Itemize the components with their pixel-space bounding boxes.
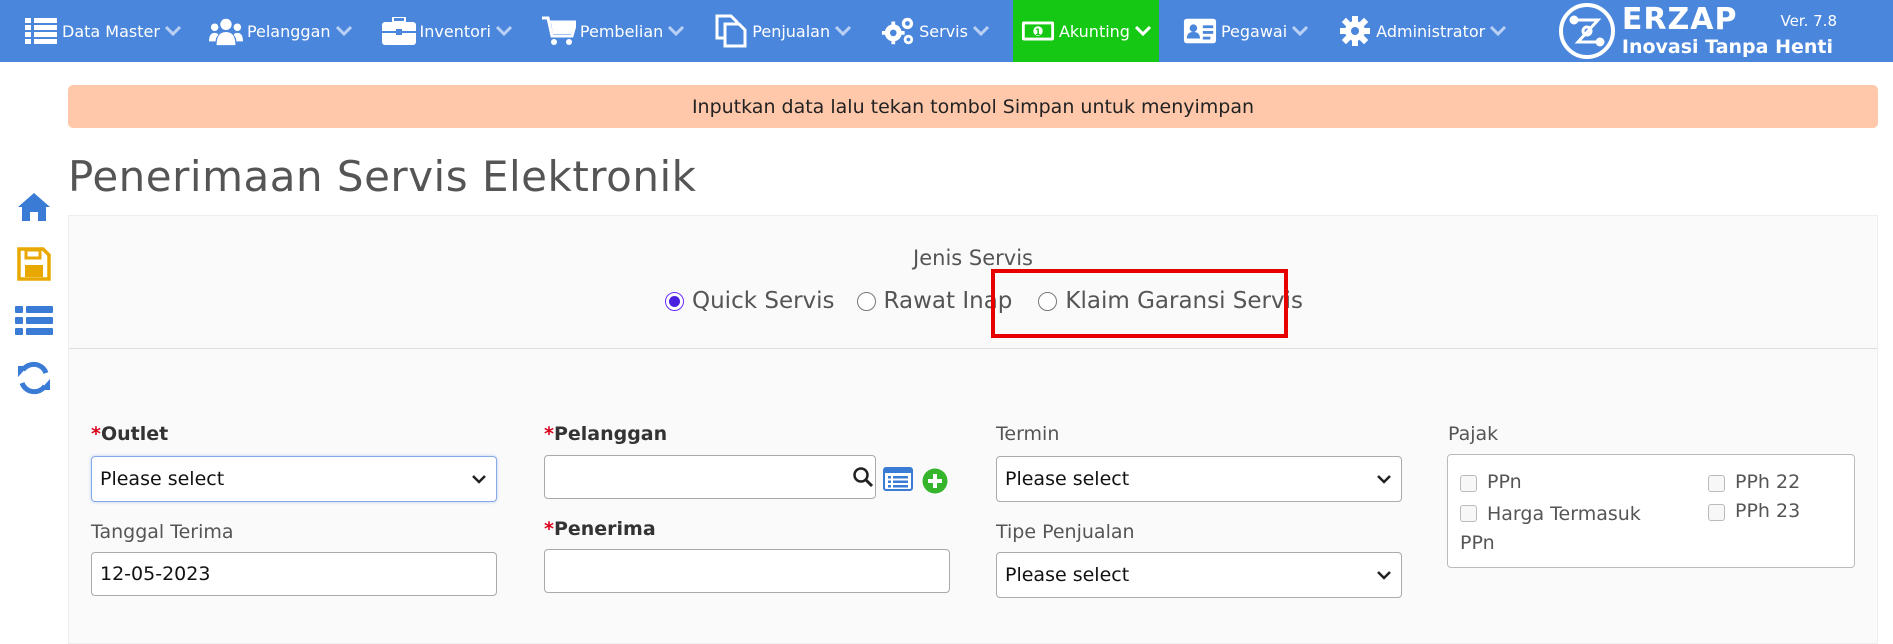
nav-label: Akunting xyxy=(1058,21,1130,41)
nav-label: Data Master xyxy=(62,21,160,41)
svg-text:1: 1 xyxy=(1035,28,1041,38)
pajak-checkbox-group: PPn PPh 22 Harga Termasuk PPn PPh 23 xyxy=(1447,454,1855,568)
save-button[interactable] xyxy=(12,242,56,286)
chevron-down-icon xyxy=(1377,571,1391,580)
version-label: Ver. 7.8 xyxy=(1780,12,1837,30)
termin-select[interactable]: Please select xyxy=(996,456,1402,502)
radio-rawat-inap[interactable]: Rawat Inap xyxy=(856,288,1012,314)
cart-icon xyxy=(541,14,576,48)
list-button[interactable] xyxy=(12,299,56,343)
chevron-down-icon xyxy=(335,23,352,39)
divider xyxy=(69,348,1877,349)
nav-pelanggan[interactable]: Pelanggan xyxy=(203,0,358,62)
checkbox-icon xyxy=(1708,475,1725,492)
radio-label: Quick Servis xyxy=(692,288,835,314)
radio-checked-icon xyxy=(665,291,684,311)
nav-label: Administrator xyxy=(1376,21,1486,41)
termin-label: Termin xyxy=(996,423,1060,445)
erzap-logo-icon xyxy=(1558,3,1615,59)
outlet-label: *Outlet xyxy=(91,423,169,445)
nav-pembelian[interactable]: Pembelian xyxy=(536,0,690,62)
pelanggan-label: *Pelanggan xyxy=(544,423,668,445)
nav-servis[interactable]: Servis xyxy=(875,0,995,62)
checkbox-harga-termasuk-ppn[interactable]: Harga Termasuk PPn xyxy=(1460,500,1655,558)
checkbox-icon xyxy=(1708,504,1725,521)
jenis-servis-label: Jenis Servis xyxy=(913,246,1033,270)
nav-administrator[interactable]: Administrator xyxy=(1332,0,1512,62)
nav-data-master[interactable]: Data Master xyxy=(18,0,187,62)
chevron-down-icon xyxy=(1490,23,1507,39)
search-icon[interactable] xyxy=(852,466,874,488)
checkbox-ppn[interactable]: PPn xyxy=(1460,471,1522,493)
list-icon xyxy=(24,14,58,48)
top-navbar: Data Master Pelanggan Inventori Pembelia… xyxy=(0,0,1893,62)
chevron-down-icon xyxy=(164,23,181,39)
id-card-icon xyxy=(1183,14,1217,48)
page-title: Penerimaan Servis Elektronik xyxy=(68,152,697,201)
home-icon xyxy=(18,193,50,221)
money-icon: 1 xyxy=(1021,14,1055,48)
tipe-penjualan-select[interactable]: Please select xyxy=(996,552,1402,598)
nav-label: Pegawai xyxy=(1220,21,1288,41)
tipe-penjualan-label: Tipe Penjualan xyxy=(996,521,1135,543)
radio-quick-servis[interactable]: Quick Servis xyxy=(665,288,835,314)
penerima-label: *Penerima xyxy=(544,518,656,540)
chevron-down-icon xyxy=(472,475,486,484)
refresh-icon xyxy=(18,361,50,395)
nav-label: Pembelian xyxy=(579,21,664,41)
chevron-down-icon xyxy=(1292,23,1309,39)
users-icon xyxy=(208,14,243,48)
checkbox-icon xyxy=(1460,505,1477,522)
checkbox-pph-23[interactable]: PPh 23 xyxy=(1708,500,1800,522)
info-banner: Inputkan data lalu tekan tombol Simpan u… xyxy=(68,85,1878,128)
gears-icon xyxy=(881,14,915,48)
document-icon xyxy=(714,14,748,48)
chevron-down-icon xyxy=(972,23,989,39)
customer-list-icon[interactable] xyxy=(883,467,913,491)
nav-label: Inventori xyxy=(419,21,491,41)
outlet-select[interactable]: Please select xyxy=(91,456,497,502)
checkbox-pph-22[interactable]: PPh 22 xyxy=(1708,471,1800,493)
nav-akunting[interactable]: 1 Akunting xyxy=(1012,0,1159,62)
tanggal-terima-input[interactable]: 12-05-2023 xyxy=(91,552,497,596)
pajak-label: Pajak xyxy=(1448,423,1499,445)
gear-icon xyxy=(1338,14,1372,48)
chevron-down-icon xyxy=(835,23,852,39)
nav-label: Servis xyxy=(919,21,968,41)
brand-tagline: Inovasi Tanpa Henti xyxy=(1621,36,1833,58)
chevron-down-icon xyxy=(1134,23,1151,39)
pelanggan-input[interactable] xyxy=(544,455,876,499)
chevron-down-icon xyxy=(495,23,512,39)
radio-unchecked-icon xyxy=(856,291,876,311)
nav-label: Pelanggan xyxy=(246,21,331,41)
chevron-down-icon xyxy=(1377,475,1391,484)
form-panel: Jenis Servis Quick Servis Rawat Inap Kla… xyxy=(68,215,1878,644)
side-toolbar xyxy=(12,185,56,413)
checkbox-icon xyxy=(1460,475,1477,492)
banner-message: Inputkan data lalu tekan tombol Simpan u… xyxy=(691,95,1255,118)
highlight-box xyxy=(991,269,1288,338)
chevron-down-icon xyxy=(668,23,685,39)
nav-pegawai[interactable]: Pegawai xyxy=(1177,0,1314,62)
refresh-button[interactable] xyxy=(12,356,56,400)
penerima-input[interactable] xyxy=(544,549,950,593)
home-button[interactable] xyxy=(12,185,56,229)
list-icon xyxy=(15,306,53,335)
nav-penjualan[interactable]: Penjualan xyxy=(708,0,857,62)
save-icon xyxy=(17,247,51,281)
nav-inventori[interactable]: Inventori xyxy=(376,0,518,62)
add-customer-icon[interactable] xyxy=(922,468,948,494)
brand[interactable]: ERZAP Inovasi Tanpa Henti Ver. 7.8 xyxy=(1558,0,1837,62)
briefcase-icon xyxy=(381,14,416,48)
nav-label: Penjualan xyxy=(752,21,831,41)
tanggal-terima-label: Tanggal Terima xyxy=(91,521,234,543)
